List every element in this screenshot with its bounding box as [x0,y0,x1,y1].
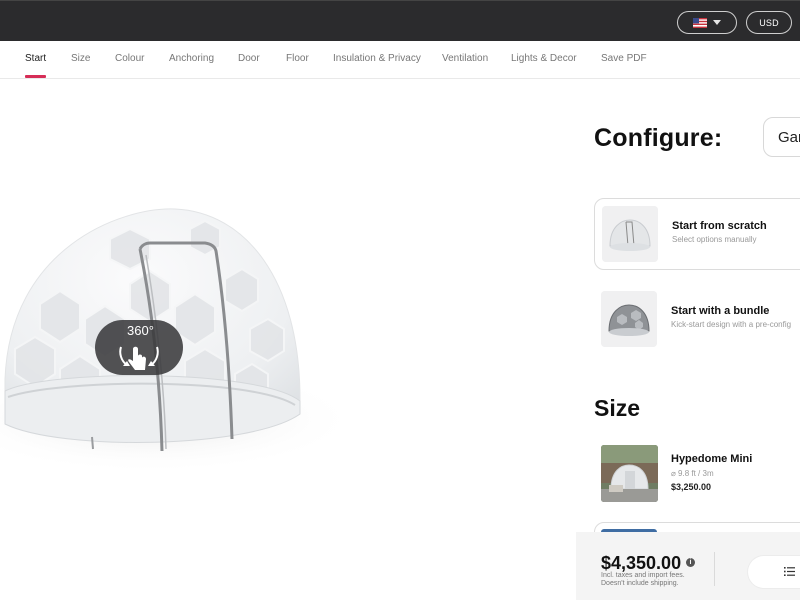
rotate-360-hand-icon [119,346,159,370]
configurator-panel: Configure: Gar Start from scratch Select… [580,79,800,600]
active-tab-indicator [25,75,46,78]
locale-selector[interactable] [677,11,737,34]
card-subtitle: Kick-start design with a pre-config [671,320,792,329]
chevron-down-icon [713,20,721,25]
summary-button[interactable] [748,556,800,588]
divider [714,552,715,586]
tab-door[interactable]: Door [238,53,260,64]
tab-save-pdf[interactable]: Save PDF [601,53,647,64]
tab-colour[interactable]: Colour [115,53,144,64]
currency-selector[interactable]: USD [746,11,792,34]
option-start-from-scratch[interactable]: Start from scratch Select options manual… [594,198,800,270]
info-icon[interactable]: i [686,558,695,567]
size-price: $3,250.00 [671,482,712,492]
card-title: Start with a bundle [671,305,770,317]
card-subtitle: Select options manually [672,235,757,244]
tab-start[interactable]: Start [25,53,46,64]
configure-select[interactable]: Gar [763,117,800,157]
tab-ventilation[interactable]: Ventilation [442,53,488,64]
option-start-with-bundle[interactable]: Start with a bundle Kick-start design wi… [594,284,800,356]
configure-heading: Configure: [594,124,723,152]
dome-3d-viewer[interactable]: 360° [0,79,580,600]
hypedome-mini-photo [601,445,658,502]
us-flag-icon [693,17,707,28]
price-note-taxes: Incl. taxes and import fees. [601,572,685,579]
rotate-360-label: 360° [127,323,154,338]
tab-floor[interactable]: Floor [286,53,309,64]
bundle-dome-thumbnail [601,291,657,347]
top-bar: USD [0,0,800,41]
scratch-dome-thumbnail [602,206,658,262]
size-option-hypedome-mini[interactable]: Hypedome Mini ⌀ 9.8 ft / 3m $3,250.00 [600,444,800,504]
price-note-shipping: Doesn't include shipping. [601,580,679,587]
size-dimensions: ⌀ 9.8 ft / 3m [671,469,714,478]
tab-anchoring[interactable]: Anchoring [169,53,214,64]
list-icon [784,567,795,576]
size-title: Hypedome Mini [671,453,753,465]
price-summary-bar: $4,350.00 i Incl. taxes and import fees.… [576,532,800,600]
card-title: Start from scratch [672,220,767,232]
tab-lights-decor[interactable]: Lights & Decor [511,53,577,64]
step-tabs: Start Size Colour Anchoring Door Floor I… [0,41,800,79]
tab-size[interactable]: Size [71,53,90,64]
tab-insulation-privacy[interactable]: Insulation & Privacy [333,53,421,64]
price-note: Incl. taxes and import fees. Doesn't inc… [601,572,685,588]
dome-model-image [0,208,360,474]
total-price: $4,350.00 [601,553,682,573]
size-heading: Size [594,395,641,421]
